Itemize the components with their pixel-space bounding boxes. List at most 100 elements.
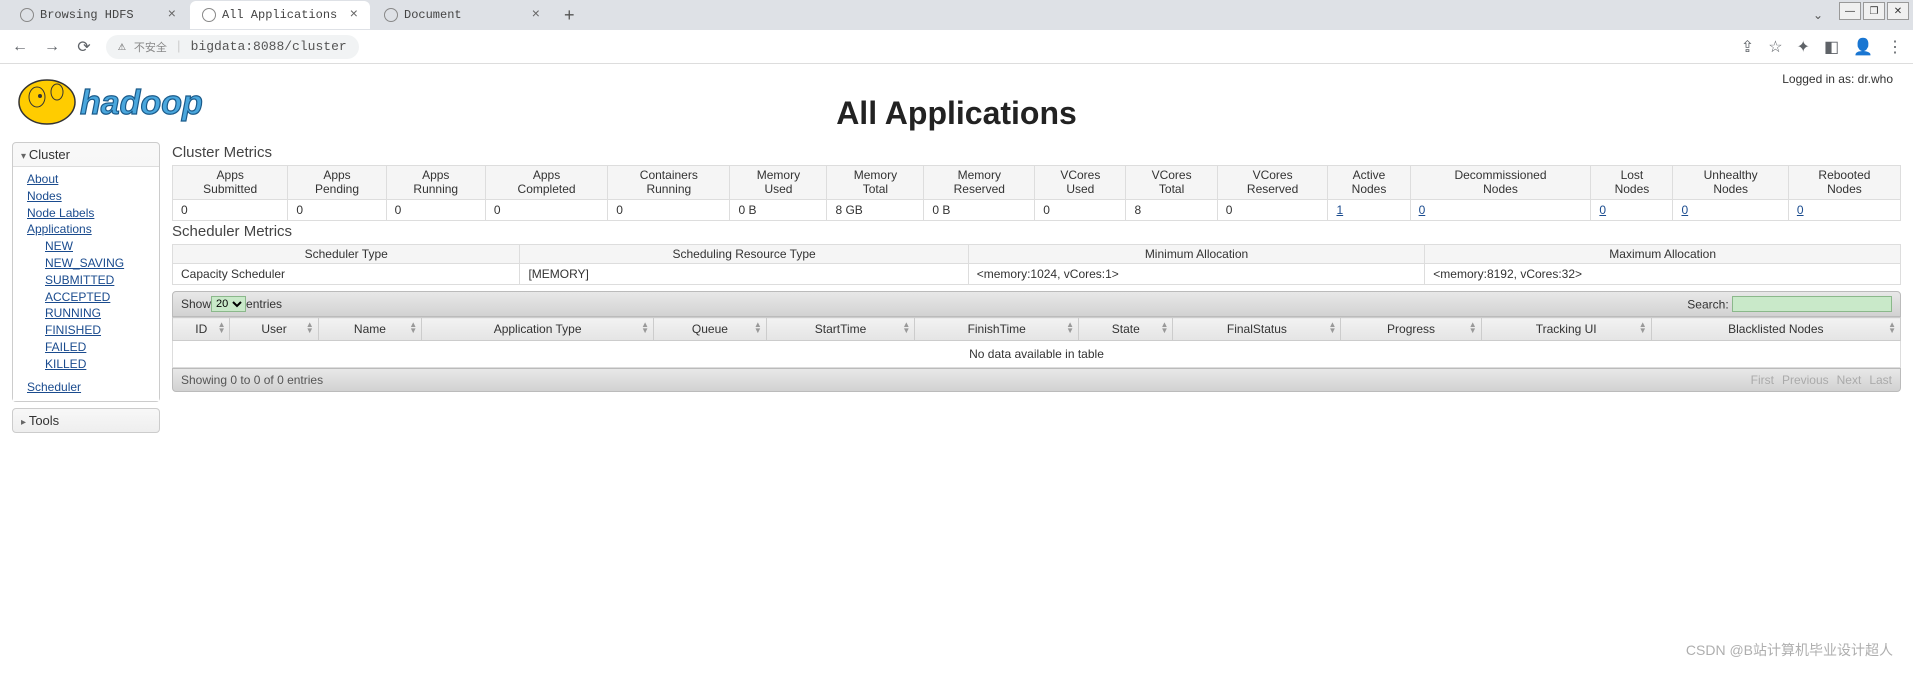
address-bar: ← → ⟳ ⚠ 不安全 | bigdata:8088/cluster ⇪ ☆ ✦…: [0, 30, 1913, 64]
sidebar-link-applications[interactable]: Applications: [27, 221, 151, 238]
close-icon[interactable]: ×: [168, 7, 176, 23]
maximize-button[interactable]: ❐: [1863, 2, 1885, 20]
cm-link[interactable]: 0: [1599, 203, 1606, 217]
cm-link[interactable]: 1: [1336, 203, 1343, 217]
reload-button[interactable]: ⟳: [74, 37, 94, 57]
cm-link[interactable]: 0: [1681, 203, 1688, 217]
sidebar-app-states: NEWNEW_SAVINGSUBMITTEDACCEPTEDRUNNINGFIN…: [27, 238, 151, 372]
apps-column-header[interactable]: Name▲▼: [318, 318, 422, 341]
datatable-controls: Show 20 entries Search:: [172, 291, 1901, 317]
sm-header: Scheduler Type: [173, 244, 520, 263]
cm-value: 0: [485, 199, 607, 220]
watermark: CSDN @B站计算机毕业设计超人: [1686, 640, 1893, 660]
sidebar-link-running[interactable]: RUNNING: [45, 305, 151, 322]
cm-value: 8: [1126, 199, 1217, 220]
svg-text:hadoop: hadoop: [80, 84, 203, 122]
apps-column-header[interactable]: User▲▼: [230, 318, 318, 341]
sidebar-link-scheduler[interactable]: Scheduler: [27, 379, 151, 396]
sidebar-link-killed[interactable]: KILLED: [45, 356, 151, 373]
sidebar-link-node-labels[interactable]: Node Labels: [27, 205, 151, 222]
cm-value: 0: [1217, 199, 1328, 220]
cm-header: MemoryTotal: [827, 166, 924, 200]
new-tab-button[interactable]: +: [554, 5, 585, 26]
sidebar-tools-header[interactable]: Tools: [13, 409, 159, 432]
applications-table: ID▲▼User▲▼Name▲▼Application Type▲▼Queue▲…: [172, 317, 1901, 368]
tab-hdfs[interactable]: Browsing HDFS ×: [8, 1, 188, 29]
sm-value: Capacity Scheduler: [173, 264, 520, 285]
cluster-metrics-title: Cluster Metrics: [172, 144, 1901, 161]
tab-title: Document: [404, 8, 462, 22]
cluster-metrics-table: AppsSubmittedAppsPendingAppsRunningAppsC…: [172, 165, 1901, 221]
menu-icon[interactable]: ⋮: [1887, 37, 1903, 57]
apps-column-header[interactable]: FinalStatus▲▼: [1173, 318, 1341, 341]
close-icon[interactable]: ×: [350, 7, 358, 23]
apps-column-header[interactable]: FinishTime▲▼: [915, 318, 1079, 341]
pager-next[interactable]: Next: [1837, 373, 1862, 387]
tab-applications[interactable]: All Applications ×: [190, 1, 370, 29]
extensions-icon[interactable]: ✦: [1797, 37, 1810, 57]
pager-last[interactable]: Last: [1869, 373, 1892, 387]
share-icon[interactable]: ⇪: [1741, 37, 1754, 57]
forward-button[interactable]: →: [42, 38, 62, 56]
cm-header: AppsRunning: [386, 166, 485, 200]
scheduler-metrics-table: Scheduler TypeScheduling Resource TypeMi…: [172, 244, 1901, 285]
sidebar-link-nodes[interactable]: Nodes: [27, 188, 151, 205]
cm-value: 0: [1591, 199, 1673, 220]
url-text: bigdata:8088/cluster: [191, 39, 347, 54]
sidebar-link-finished[interactable]: FINISHED: [45, 322, 151, 339]
apps-column-header[interactable]: StartTime▲▼: [766, 318, 914, 341]
back-button[interactable]: ←: [10, 38, 30, 56]
sidebar-link-submitted[interactable]: SUBMITTED: [45, 272, 151, 289]
sidepanel-icon[interactable]: ◧: [1824, 37, 1839, 57]
url-input[interactable]: ⚠ 不安全 | bigdata:8088/cluster: [106, 35, 359, 59]
cm-header: ActiveNodes: [1328, 166, 1410, 200]
sm-value: [MEMORY]: [520, 264, 968, 285]
cm-header: ContainersRunning: [608, 166, 730, 200]
cm-header: VCoresTotal: [1126, 166, 1217, 200]
sm-header: Minimum Allocation: [968, 244, 1425, 263]
page-length-select[interactable]: 20: [211, 296, 246, 312]
apps-column-header[interactable]: State▲▼: [1079, 318, 1173, 341]
table-info: Showing 0 to 0 of 0 entries: [181, 373, 323, 387]
apps-column-header[interactable]: Queue▲▼: [654, 318, 767, 341]
sidebar-cluster-header[interactable]: Cluster: [13, 143, 159, 166]
close-icon[interactable]: ×: [532, 7, 540, 23]
chevron-down-icon[interactable]: ⌄: [1813, 8, 1823, 22]
pagination: First Previous Next Last: [1743, 373, 1892, 387]
bookmark-icon[interactable]: ☆: [1768, 37, 1782, 57]
cm-header: MemoryUsed: [730, 166, 827, 200]
apps-column-header[interactable]: Progress▲▼: [1341, 318, 1481, 341]
apps-column-header[interactable]: Blacklisted Nodes▲▼: [1651, 318, 1900, 341]
page-header: Logged in as: dr.who hadoop All Applicat…: [12, 72, 1901, 132]
sidebar-link-new_saving[interactable]: NEW_SAVING: [45, 255, 151, 272]
minimize-button[interactable]: —: [1839, 2, 1861, 20]
apps-column-header[interactable]: Tracking UI▲▼: [1481, 318, 1651, 341]
page-title: All Applications: [12, 95, 1901, 132]
cm-link[interactable]: 0: [1797, 203, 1804, 217]
pager-first[interactable]: First: [1751, 373, 1774, 387]
apps-column-header[interactable]: ID▲▼: [173, 318, 230, 341]
apps-column-header[interactable]: Application Type▲▼: [422, 318, 654, 341]
pager-previous[interactable]: Previous: [1782, 373, 1829, 387]
sidebar-link-new[interactable]: NEW: [45, 238, 151, 255]
login-prefix: Logged in as:: [1782, 72, 1857, 86]
cm-value: 0: [1410, 199, 1591, 220]
globe-icon: [202, 8, 216, 22]
insecure-icon: ⚠: [118, 39, 126, 54]
cm-header: UnhealthyNodes: [1673, 166, 1788, 200]
close-window-button[interactable]: ✕: [1887, 2, 1909, 20]
sidebar-tools: Tools: [12, 408, 160, 433]
cm-value: 0: [1035, 199, 1126, 220]
cm-link[interactable]: 0: [1419, 203, 1426, 217]
tab-document[interactable]: Document ×: [372, 1, 552, 29]
sidebar-link-accepted[interactable]: ACCEPTED: [45, 289, 151, 306]
main-content: Cluster Metrics AppsSubmittedAppsPending…: [172, 142, 1901, 392]
sm-header: Maximum Allocation: [1425, 244, 1901, 263]
cm-value: 0: [608, 199, 730, 220]
sidebar-link-about[interactable]: About: [27, 171, 151, 188]
sidebar-link-failed[interactable]: FAILED: [45, 339, 151, 356]
search-input[interactable]: [1732, 296, 1892, 312]
profile-icon[interactable]: 👤: [1853, 37, 1873, 57]
cm-header: AppsSubmitted: [173, 166, 288, 200]
cm-header: VCoresUsed: [1035, 166, 1126, 200]
